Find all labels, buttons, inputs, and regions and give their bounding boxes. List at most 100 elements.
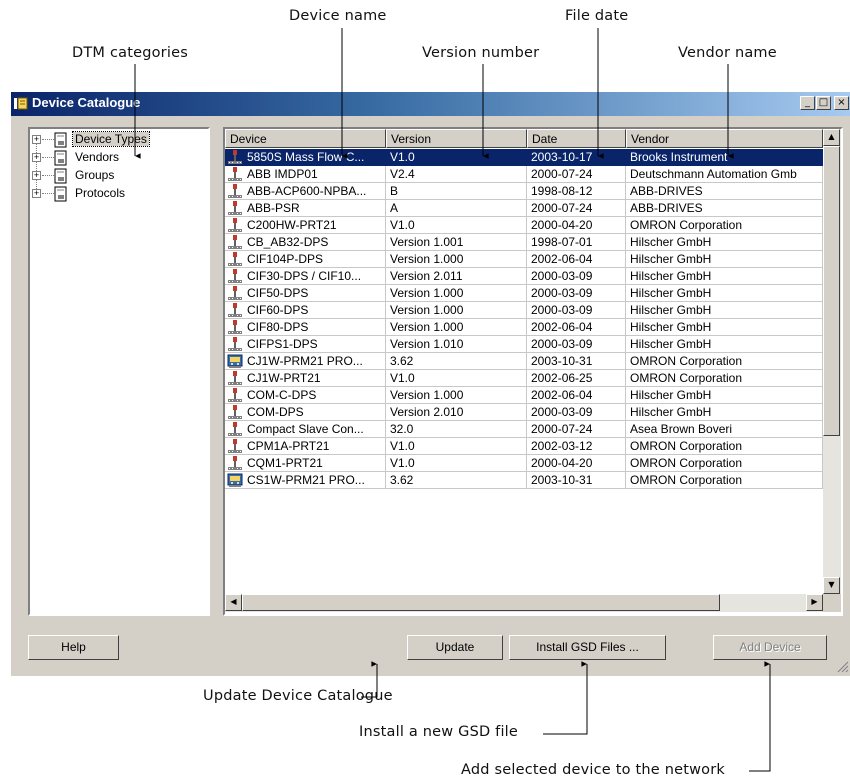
cell-vendor: ABB-DRIVES (626, 200, 823, 217)
cell-version: V1.0 (386, 217, 527, 234)
table-row[interactable]: CIFPS1-DPS Version 1.010 2000-03-09 Hilsche… (225, 336, 823, 353)
cell-vendor: Hilscher GmbH (626, 234, 823, 251)
scroll-right-button[interactable]: ▶ (806, 594, 823, 611)
column-header-date[interactable]: Date (527, 129, 626, 148)
expand-icon[interactable]: + (32, 171, 41, 180)
device-icon (228, 286, 242, 300)
device-catalogue-window: Device Catalogue _ □ × + Device Types + … (11, 92, 850, 676)
cell-device: CJ1W-PRT21 (225, 370, 386, 387)
column-header-device[interactable]: Device (225, 129, 386, 148)
resize-grip-icon[interactable] (836, 660, 849, 673)
cell-date: 2000-03-09 (527, 285, 626, 302)
expand-icon[interactable]: + (32, 153, 41, 162)
minimize-button[interactable]: _ (800, 96, 815, 110)
cell-vendor: Hilscher GmbH (626, 302, 823, 319)
table-row[interactable]: Compact Slave Con... 32.0 2000-07-24 Asea B… (225, 421, 823, 438)
callout-vendor-name: Vendor name (678, 45, 777, 61)
table-row[interactable]: ABB IMDP01 V2.4 2000-07-24 Deutschmann Auto… (225, 166, 823, 183)
callout-dtm-categories: DTM categories (72, 45, 188, 61)
expand-icon[interactable]: + (32, 189, 41, 198)
device-icon (228, 218, 242, 232)
table-row[interactable]: CS1W-PRM21 PRO... 3.62 2003-10-31 OMRON Cor… (225, 472, 823, 489)
scroll-left-button[interactable]: ◀ (225, 594, 242, 611)
tree-item-protocols[interactable]: + Protocols (32, 185, 202, 203)
device-icon (228, 150, 242, 164)
device-icon (228, 303, 242, 317)
scroll-up-button[interactable]: ▲ (823, 129, 840, 146)
device-icon (228, 371, 242, 385)
callout-version-number: Version number (422, 45, 540, 61)
maximize-button[interactable]: □ (816, 96, 831, 110)
cell-date: 2000-07-24 (527, 200, 626, 217)
tree-item-groups[interactable]: + Groups (32, 167, 202, 185)
device-rows: 5850S Mass Flow C... V1.0 2003-10-17 Brooks… (225, 148, 823, 594)
cell-version: V1.0 (386, 438, 527, 455)
table-row[interactable]: CIF50-DPS Version 1.000 2000-03-09 Hilscher… (225, 285, 823, 302)
cell-version: 3.62 (386, 353, 527, 370)
table-row[interactable]: C200HW-PRT21 V1.0 2000-04-20 OMRON Corporat… (225, 217, 823, 234)
category-icon (54, 186, 67, 202)
cell-date: 2000-07-24 (527, 166, 626, 183)
scroll-thumb[interactable] (823, 146, 840, 436)
cell-vendor: Hilscher GmbH (626, 285, 823, 302)
cell-date: 2002-06-04 (527, 319, 626, 336)
table-row[interactable]: CPM1A-PRT21 V1.0 2002-03-12 OMRON Corporati… (225, 438, 823, 455)
table-row[interactable]: CJ1W-PRM21 PRO... 3.62 2003-10-31 OMRON Cor… (225, 353, 823, 370)
column-header-vendor[interactable]: Vendor (626, 129, 823, 148)
install-gsd-files-button[interactable]: Install GSD Files ... (509, 635, 666, 660)
table-row[interactable]: COM-C-DPS Version 1.000 2002-06-04 Hilscher… (225, 387, 823, 404)
table-row[interactable]: CJ1W-PRT21 V1.0 2002-06-25 OMRON Corporatio… (225, 370, 823, 387)
tree-item-vendors[interactable]: + Vendors (32, 149, 202, 167)
cell-device: CJ1W-PRM21 PRO... (225, 353, 386, 370)
table-row[interactable]: 5850S Mass Flow C... V1.0 2003-10-17 Brooks… (225, 149, 823, 166)
cell-device: CPM1A-PRT21 (225, 438, 386, 455)
table-row[interactable]: ABB-PSR A 2000-07-24 ABB-DRIVES (225, 200, 823, 217)
callout-install-gsd: Install a new GSD file (359, 724, 519, 740)
cell-date: 2003-10-31 (527, 353, 626, 370)
hscroll-thumb[interactable] (242, 594, 720, 611)
cell-vendor: ABB-DRIVES (626, 183, 823, 200)
cell-version: V2.4 (386, 166, 527, 183)
table-row[interactable]: CB_AB32-DPS Version 1.001 1998-07-01 Hilsch… (225, 234, 823, 251)
expand-icon[interactable]: + (32, 135, 41, 144)
table-row[interactable]: ABB-ACP600-NPBA... B 1998-08-12 ABB-DRIVES (225, 183, 823, 200)
window-title: Device Catalogue (32, 95, 141, 110)
vertical-scrollbar[interactable]: ▲ ▼ (823, 129, 841, 594)
dtm-category-tree[interactable]: + Device Types + Vendors + Groups + Prot… (28, 127, 210, 616)
category-icon (54, 150, 67, 166)
device-list[interactable]: Device Version Date Vendor 5850S Mass Fl… (223, 127, 843, 616)
cell-vendor: Deutschmann Automation Gmb (626, 166, 823, 183)
table-row[interactable]: CIF30-DPS / CIF10... Version 2.011 2000-03… (225, 268, 823, 285)
dtm-device-icon (227, 354, 243, 368)
title-bar[interactable]: Device Catalogue _ □ × (11, 92, 850, 116)
cell-vendor: Hilscher GmbH (626, 268, 823, 285)
cell-version: Version 1.000 (386, 319, 527, 336)
help-button[interactable]: Help (28, 635, 119, 660)
table-row[interactable]: COM-DPS Version 2.010 2000-03-09 Hilscher G… (225, 404, 823, 421)
cell-date: 2002-06-04 (527, 387, 626, 404)
cell-date: 2000-03-09 (527, 302, 626, 319)
table-row[interactable]: CIF104P-DPS Version 1.000 2002-06-04 Hilsch… (225, 251, 823, 268)
cell-vendor: OMRON Corporation (626, 472, 823, 489)
cell-device: CB_AB32-DPS (225, 234, 386, 251)
table-row[interactable]: CQM1-PRT21 V1.0 2000-04-20 OMRON Corporatio… (225, 455, 823, 472)
update-button[interactable]: Update (407, 635, 503, 660)
cell-vendor: OMRON Corporation (626, 217, 823, 234)
horizontal-scrollbar[interactable]: ◀ ▶ (225, 594, 823, 612)
table-row[interactable]: CIF60-DPS Version 1.000 2000-03-09 Hilscher… (225, 302, 823, 319)
column-header-version[interactable]: Version (386, 129, 527, 148)
close-button[interactable]: × (834, 96, 849, 110)
tree-item-label: Protocols (75, 186, 126, 200)
cell-date: 2003-10-31 (527, 472, 626, 489)
callout-add-device: Add selected device to the network (461, 762, 725, 778)
table-row[interactable]: CIF80-DPS Version 1.000 2002-06-04 Hilscher… (225, 319, 823, 336)
scroll-down-button[interactable]: ▼ (823, 577, 840, 594)
device-icon (228, 252, 242, 266)
tree-item-device-types[interactable]: + Device Types (32, 131, 202, 149)
cell-version: 3.62 (386, 472, 527, 489)
cell-version: V1.0 (386, 149, 527, 166)
cell-device: ABB-PSR (225, 200, 386, 217)
category-icon (54, 168, 67, 184)
add-device-button[interactable]: Add Device (713, 635, 827, 660)
cell-version: Version 2.011 (386, 268, 527, 285)
